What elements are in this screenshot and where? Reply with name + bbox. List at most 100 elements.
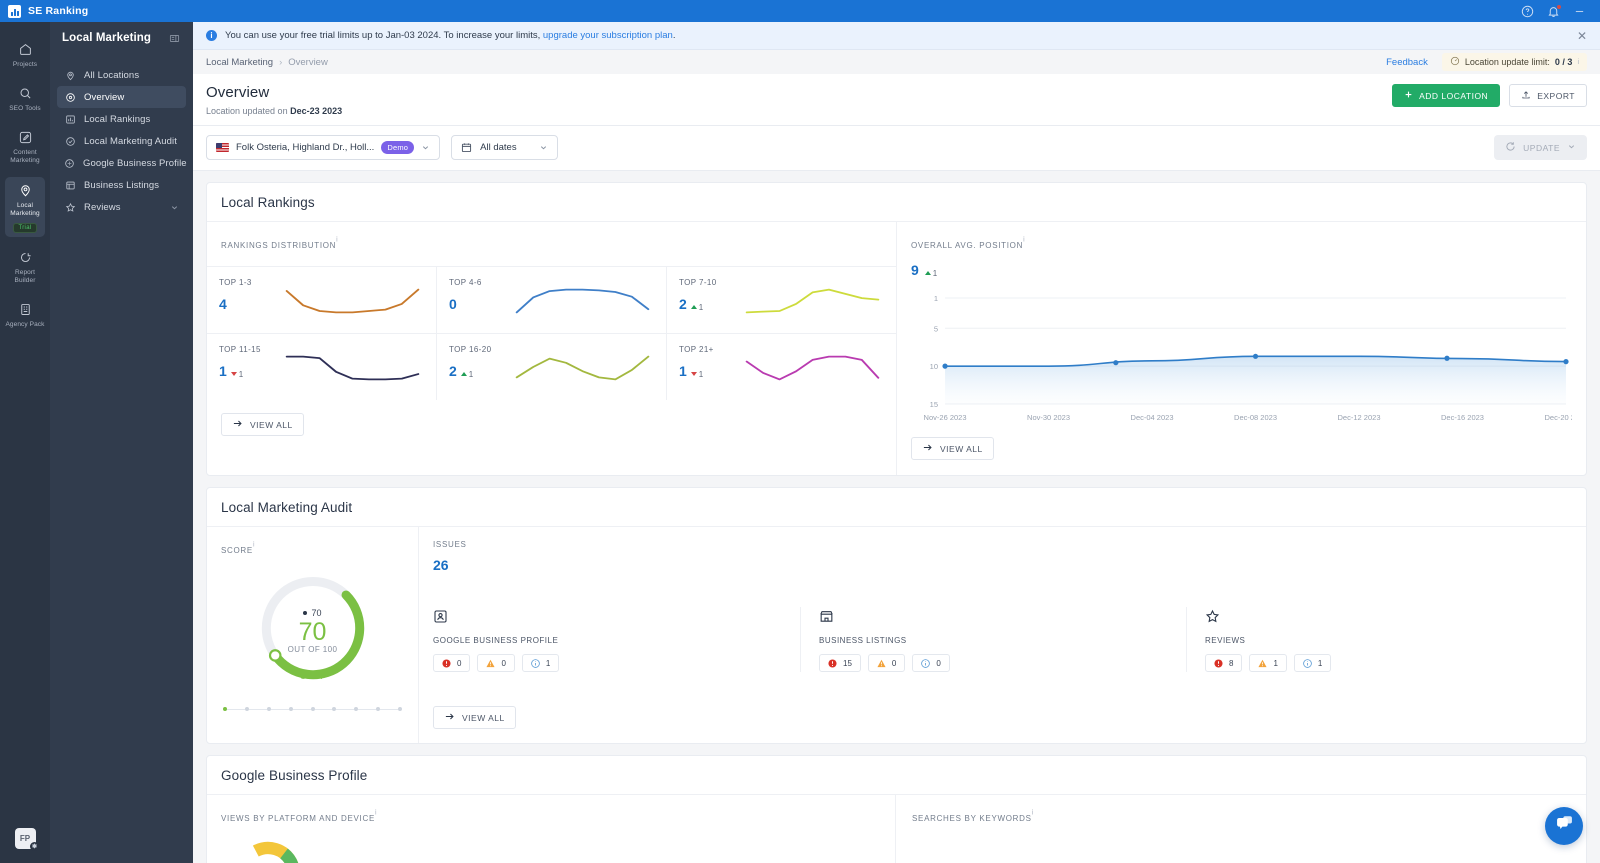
warning-icon bbox=[486, 659, 496, 668]
building-icon bbox=[18, 301, 33, 318]
info-superscript[interactable]: i bbox=[375, 810, 377, 817]
sidebar-item-label: Local Marketing Audit bbox=[84, 135, 177, 147]
help-icon[interactable] bbox=[1521, 5, 1534, 18]
error-icon bbox=[1214, 658, 1223, 668]
avg-position-delta: 1 bbox=[924, 269, 937, 278]
refresh-icon bbox=[1505, 141, 1516, 154]
feedback-link[interactable]: Feedback bbox=[1386, 57, 1428, 68]
audit-header: Local Marketing Audit bbox=[207, 488, 1586, 527]
chevron-down-icon[interactable] bbox=[170, 203, 179, 212]
rail-item-local-marketing[interactable]: Local Marketing Trial bbox=[5, 176, 45, 237]
errors-count: 15 bbox=[843, 658, 852, 668]
limit-value: 0 / 3 bbox=[1554, 57, 1573, 67]
searches-by-keywords-pane: SEARCHES BY KEYWORDSi bbox=[895, 795, 1586, 863]
warnings-badge[interactable]: 0 bbox=[867, 654, 906, 672]
warnings-count: 1 bbox=[1273, 658, 1278, 668]
notices-badge[interactable]: 1 bbox=[1293, 654, 1332, 672]
export-button[interactable]: EXPORT bbox=[1509, 84, 1587, 107]
sidebar-item-business-listings[interactable]: Business Listings bbox=[57, 174, 186, 196]
info-superscript[interactable]: i bbox=[336, 237, 338, 244]
rank-card-top-11-15[interactable]: TOP 11-15 1 1 bbox=[207, 334, 436, 400]
info-superscript[interactable]: i bbox=[253, 542, 255, 549]
warnings-badge[interactable]: 1 bbox=[1249, 654, 1287, 672]
rank-card-delta: 1 bbox=[460, 370, 473, 379]
score-gauge-center: 70 70 OUT OF 100 bbox=[257, 572, 369, 684]
upgrade-plan-link[interactable]: upgrade your subscription plan bbox=[543, 30, 673, 41]
rank-card-top-4-6[interactable]: TOP 4-6 0 bbox=[436, 267, 666, 333]
info-superscript[interactable]: i bbox=[1032, 810, 1034, 817]
avg-position-head: OVERALL AVG. POSITIONi 9 1 1 5 10 15 Nov-26 … bbox=[897, 222, 1586, 428]
demo-badge: Demo bbox=[381, 141, 415, 154]
score-tooltip: 70 bbox=[303, 608, 322, 618]
breadcrumb-actions: Feedback Location update limit: 0 / 3 i bbox=[1386, 53, 1587, 71]
rail-item-report-builder[interactable]: Report Builder bbox=[5, 244, 45, 289]
sidebar-item-all-locations[interactable]: All Locations bbox=[57, 64, 186, 86]
rank-card-value: 1 bbox=[219, 363, 227, 379]
close-icon[interactable]: ✕ bbox=[1577, 30, 1587, 42]
rankings-view-all-button[interactable]: VIEW ALL bbox=[221, 413, 304, 436]
scroll-region[interactable]: Local Rankings RANKINGS DISTRIBUTIONi TO… bbox=[193, 171, 1600, 863]
sidebar-item-reviews[interactable]: Reviews bbox=[57, 196, 186, 218]
audit-category-badges: 8 1 1 bbox=[1205, 654, 1558, 672]
audit-view-all-label: VIEW ALL bbox=[462, 712, 505, 723]
rankings-row: TOP 1-3 4 TOP 4-6 0 TOP 7-10 2 1 bbox=[207, 267, 896, 333]
rank-card-top-1-3[interactable]: TOP 1-3 4 bbox=[207, 267, 436, 333]
warnings-badge[interactable]: 0 bbox=[477, 654, 515, 672]
chevron-down-icon[interactable] bbox=[421, 143, 430, 152]
sidebar-header: Local Marketing bbox=[50, 22, 193, 54]
notices-badge[interactable]: 1 bbox=[521, 654, 560, 672]
rankings-distribution-grid: TOP 1-3 4 TOP 4-6 0 TOP 7-10 2 1 TOP 11-… bbox=[207, 266, 896, 400]
issues-label: ISSUES bbox=[433, 540, 467, 549]
user-menu[interactable]: FP bbox=[14, 828, 39, 851]
gear-icon[interactable] bbox=[29, 842, 39, 851]
plus-icon bbox=[1404, 90, 1413, 101]
update-button[interactable]: UPDATE bbox=[1494, 135, 1587, 160]
notice-icon bbox=[921, 658, 931, 668]
se-ranking-logo-icon bbox=[8, 4, 21, 18]
minimize-icon[interactable] bbox=[1573, 5, 1586, 18]
update-label: UPDATE bbox=[1523, 142, 1560, 153]
info-superscript[interactable]: i bbox=[1023, 237, 1025, 244]
views-donut-chart bbox=[221, 835, 881, 863]
rail-item-seo-tools[interactable]: SEO Tools bbox=[5, 80, 45, 117]
errors-badge[interactable]: 8 bbox=[1205, 654, 1243, 672]
rail-item-content-marketing[interactable]: Content Marketing bbox=[5, 124, 45, 169]
date-range-selector[interactable]: All dates bbox=[451, 135, 558, 160]
rank-card-top-21-plus[interactable]: TOP 21+ 1 1 bbox=[666, 334, 896, 400]
top-bar-actions bbox=[1521, 3, 1592, 18]
location-name: Folk Osteria, Highland Dr., Holl... bbox=[236, 142, 375, 153]
listings-icon bbox=[64, 180, 76, 191]
info-superscript[interactable]: i bbox=[1577, 59, 1579, 66]
brand[interactable]: SE Ranking bbox=[8, 4, 88, 18]
notices-badge[interactable]: 0 bbox=[912, 654, 950, 672]
errors-badge[interactable]: 15 bbox=[819, 654, 861, 672]
add-location-button[interactable]: ADD LOCATION bbox=[1392, 84, 1501, 107]
sparkline-top-1-3 bbox=[281, 282, 424, 320]
sidebar-item-local-rankings[interactable]: Local Rankings bbox=[57, 108, 186, 130]
sidebar-item-google-business-profile[interactable]: Google Business Profile bbox=[57, 152, 187, 174]
trend-up-icon bbox=[924, 271, 931, 275]
audit-category-name: GOOGLE BUSINESS PROFILE bbox=[433, 636, 559, 645]
errors-badge[interactable]: 0 bbox=[433, 654, 471, 672]
rail-item-projects[interactable]: Projects bbox=[5, 36, 45, 73]
score-max-label: OUT OF 100 bbox=[287, 645, 338, 655]
rank-card-top-16-20[interactable]: TOP 16-20 2 1 bbox=[436, 334, 666, 400]
chevron-down-icon[interactable] bbox=[1567, 142, 1576, 153]
svg-text:Dec-16 2023: Dec-16 2023 bbox=[1441, 413, 1484, 422]
sidebar-item-overview[interactable]: Overview bbox=[57, 86, 186, 108]
local-marketing-audit-card: Local Marketing Audit SCOREi 70 70 OUT O… bbox=[206, 487, 1587, 744]
breadcrumb-root[interactable]: Local Marketing bbox=[206, 57, 273, 68]
chevron-down-icon[interactable] bbox=[539, 143, 548, 152]
location-selector[interactable]: Folk Osteria, Highland Dr., Holl... Demo bbox=[206, 135, 441, 160]
breadcrumb-current: Overview bbox=[288, 56, 328, 68]
audit-view-all-button[interactable]: VIEW ALL bbox=[433, 706, 516, 729]
sidebar-item-local-marketing-audit[interactable]: Local Marketing Audit bbox=[57, 130, 186, 152]
rail-item-agency-pack[interactable]: Agency Pack bbox=[5, 296, 45, 333]
avg-position-chart[interactable]: 1 5 10 15 Nov-26 2023 Nov-30 2023 Dec-04 2023 D… bbox=[911, 288, 1572, 428]
collapse-sidebar-icon[interactable] bbox=[169, 33, 180, 44]
avg-view-all-button[interactable]: VIEW ALL bbox=[911, 437, 994, 460]
notice-icon bbox=[1303, 658, 1312, 668]
chat-support-button[interactable] bbox=[1545, 807, 1583, 845]
notifications-icon[interactable] bbox=[1547, 3, 1562, 18]
rank-card-top-7-10[interactable]: TOP 7-10 2 1 bbox=[666, 267, 896, 333]
